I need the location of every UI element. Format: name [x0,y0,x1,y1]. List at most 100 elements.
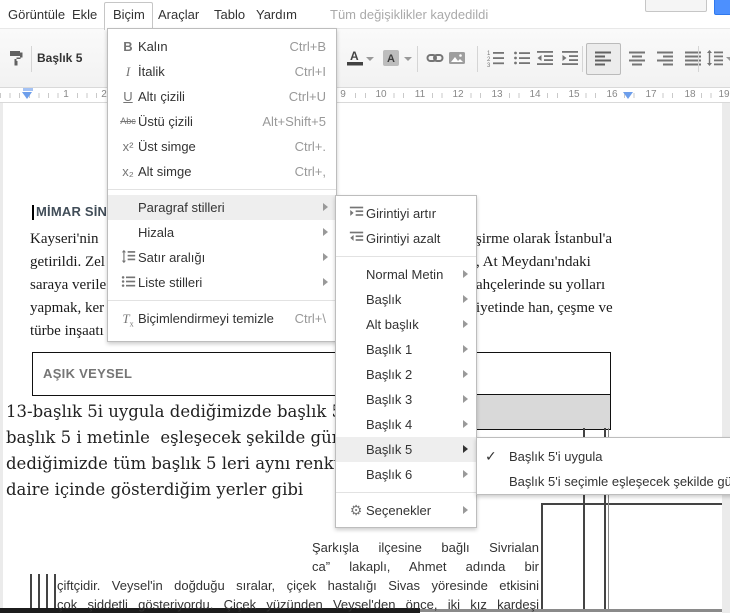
doc-note-line[interactable]: daire içinde gösterdiğim yerler gibi [6,480,303,499]
menu-item-alti-cizili[interactable]: U Altı çizili Ctrl+U [108,84,336,109]
highlight-color-dropdown-icon[interactable] [404,57,412,61]
table-border [30,574,32,609]
paragraph-style-selector[interactable]: Başlık 5 [37,51,82,65]
submenu-arrow-icon [463,345,468,353]
menu-item-secenekler[interactable]: ⚙ Seçenekler [336,498,476,523]
format-menu-panel: B Kalın Ctrl+B I İtalik Ctrl+I U Altı çi… [107,28,337,342]
menu-item-girintiyi-artir[interactable]: Girintiyi artır [336,201,476,226]
doc-body-line[interactable]: iyetinde han, çeşme ve [476,300,613,317]
paint-format-icon[interactable] [8,49,26,67]
line-spacing-icon [118,249,138,266]
left-indent-marker[interactable] [22,92,32,99]
menu-item-baslik-3[interactable]: Başlık 3 [336,387,476,412]
submenu-arrow-icon [463,370,468,378]
text-color-dropdown-icon[interactable] [366,57,374,61]
indent-increase-icon [346,205,366,222]
doc-heading-mimar-sinan[interactable]: MİMAR SİN [36,204,107,219]
submenu-arrow-icon [323,278,328,286]
ruler-number: 18 [681,89,699,101]
bulleted-list-icon[interactable] [513,49,531,67]
ruler-number: 14 [526,89,544,101]
menu-goruntule[interactable]: Görüntüle [8,7,65,22]
menu-item-baslik-6[interactable]: Başlık 6 [336,462,476,487]
insert-link-icon[interactable] [426,49,444,67]
table-header-cell[interactable]: AŞIK VEYSEL [32,352,611,396]
menu-item-baslik5-guncelle[interactable]: Başlık 5'i seçimle eşleşecek şekilde gün… [477,469,730,494]
menu-ekle[interactable]: Ekle [72,7,97,22]
menu-item-baslik-5[interactable]: Başlık 5 [336,437,476,462]
indent-decrease-icon [346,230,366,247]
menu-item-alt-simge[interactable]: x₂ Alt simge Ctrl+, [108,159,336,184]
menu-item-kalin[interactable]: B Kalın Ctrl+B [108,34,336,59]
comments-button[interactable] [645,0,707,12]
doc-body-line[interactable]: saraya verile [30,277,106,294]
menu-separator [108,300,336,301]
doc-paragraph-line[interactable]: çiftçidir. Veysel'in doğduğu sıralar, çi… [57,578,539,594]
text-cursor [32,205,34,220]
doc-body-line[interactable]: getirildi. Zel [30,254,105,271]
align-left-icon[interactable] [594,49,612,67]
align-right-icon[interactable] [656,49,674,67]
doc-body-line[interactable]: ahçelerinde su yolları [476,277,605,294]
svg-text:A: A [350,49,359,63]
menu-item-baslik5-uygula[interactable]: ✓ Başlık 5'i uygula [477,444,730,469]
menu-item-baslik[interactable]: Başlık [336,287,476,312]
menu-item-baslik-2[interactable]: Başlık 2 [336,362,476,387]
share-button[interactable] [714,0,730,15]
right-indent-marker[interactable] [623,92,633,99]
doc-body-line[interactable]: Kayseri'nin [30,231,99,248]
menu-bicim[interactable]: Biçim [113,7,145,22]
doc-paragraph-line[interactable]: ca” lakaplı, Ahmet adında bir [312,559,539,575]
submenu-arrow-icon [463,270,468,278]
menu-item-ustu-cizili[interactable]: Abc Üstü çizili Alt+Shift+5 [108,109,336,134]
ruler-number: 11 [411,89,429,101]
menu-item-hizala[interactable]: Hizala [108,220,336,245]
ruler-number: 1 [60,89,72,101]
menu-tablo[interactable]: Tablo [214,7,245,22]
submenu-arrow-icon [463,470,468,478]
align-justify-icon[interactable] [684,49,702,67]
ruler-number: 9 [337,89,349,101]
google-docs-window: MİMAR SİN Kayseri'nin getirildi. Zel sar… [0,0,730,613]
menu-item-baslik-4[interactable]: Başlık 4 [336,412,476,437]
save-status-text: Tüm değişiklikler kaydedildi [330,7,489,22]
doc-body-line[interactable]: türbe inşaatı [30,323,104,340]
menu-item-italik[interactable]: I İtalik Ctrl+I [108,59,336,84]
line-spacing-dropdown-icon[interactable] [726,57,730,61]
align-center-icon[interactable] [628,49,646,67]
gear-icon: ⚙ [349,502,363,518]
doc-paragraph-line[interactable]: Şarkışla ilçesine bağlı Sivrialan [312,540,539,556]
numbered-list-icon[interactable]: 123 [487,49,505,69]
table-border [541,503,543,609]
clear-formatting-icon: Tx [122,311,134,329]
menu-yardim[interactable]: Yardım [256,7,297,22]
ruler-number: 13 [488,89,506,101]
menu-item-satir-araligi[interactable]: Satır aralığı [108,245,336,270]
text-color-icon[interactable]: A [346,49,364,67]
menu-item-normal-metin[interactable]: Normal Metin [336,262,476,287]
canvas-gap-right [722,102,730,613]
doc-paragraph-line[interactable]: çok şiddetli gösteriyordu. Çiçek yüzünde… [57,597,539,613]
indent-decrease-icon[interactable] [536,49,554,67]
doc-body-line[interactable]: yapmak, ker [30,300,104,317]
list-styles-icon [118,274,138,291]
menu-araclar[interactable]: Araçlar [158,7,199,22]
line-spacing-icon[interactable] [706,49,724,67]
menu-item-paragraf-stilleri[interactable]: Paragraf stilleri [108,195,336,220]
indent-increase-icon[interactable] [561,49,579,67]
table-border [541,503,722,505]
doc-body-line[interactable]: şirme olarak İstanbul'a [476,231,612,248]
doc-body-line[interactable]: , At Meydanı'ndaki [476,254,591,271]
highlight-color-icon[interactable]: A [382,49,400,67]
insert-image-icon[interactable] [448,49,466,67]
menu-item-baslik-1[interactable]: Başlık 1 [336,337,476,362]
menu-item-ust-simge[interactable]: x² Üst simge Ctrl+. [108,134,336,159]
doc-note-line[interactable]: başlık 5 i metinle eşleşecek şekilde gün… [6,428,382,447]
first-line-indent-marker[interactable] [23,88,33,91]
menu-item-liste-stilleri[interactable]: Liste stilleri [108,270,336,295]
ruler-number: 17 [642,89,660,101]
menu-item-bicimlendirmeyi-temizle[interactable]: Tx Biçimlendirmeyi temizle Ctrl+\ [108,306,336,331]
menu-item-girintiyi-azalt[interactable]: Girintiyi azalt [336,226,476,251]
menu-separator [108,189,336,190]
menu-item-alt-baslik[interactable]: Alt başlık [336,312,476,337]
